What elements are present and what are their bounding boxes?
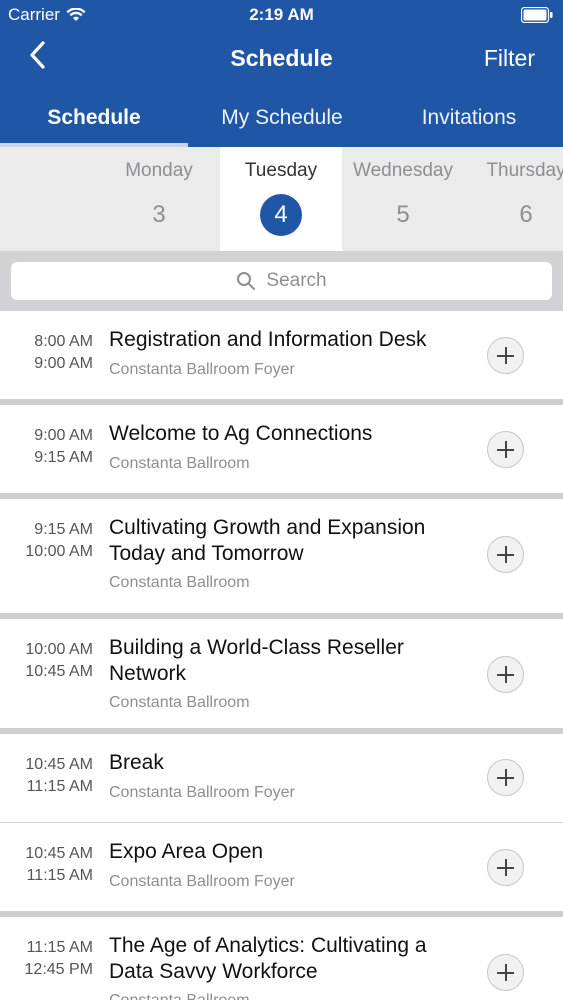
status-time: 2:19 AM: [249, 5, 314, 24]
session-title: Break: [109, 751, 164, 774]
day-number-selected: 4: [260, 194, 302, 236]
search-placeholder: Search: [266, 270, 327, 291]
day-number: 5: [396, 201, 410, 228]
day-number: 3: [152, 201, 166, 228]
search-bar-container: Search: [0, 251, 563, 311]
session-end: 12:45 PM: [24, 961, 93, 978]
add-to-schedule-button[interactable]: [487, 849, 524, 886]
session-row[interactable]: 11:15 AM 12:45 PM The Age of Analytics: …: [0, 917, 563, 1000]
session-row[interactable]: 10:45 AM 11:15 AM Expo Area Open Constan…: [0, 823, 563, 917]
session-location: Constanta Ballroom Foyer: [109, 361, 295, 378]
session-title: Cultivating Growth and Expansion Today a…: [109, 516, 426, 565]
session-times: 11:15 AM 12:45 PM: [0, 937, 93, 981]
page-title: Schedule: [230, 45, 333, 71]
tab-bar: Schedule My Schedule Invitations: [0, 100, 563, 147]
add-to-schedule-button[interactable]: [487, 337, 524, 374]
session-end: 10:00 AM: [25, 543, 93, 560]
tab-my-schedule[interactable]: My Schedule: [188, 106, 376, 130]
session-times: 10:45 AM 11:15 AM: [0, 843, 93, 887]
day-name: Thursday: [486, 160, 563, 181]
day-name: Wednesday: [353, 160, 453, 181]
session-row[interactable]: 10:45 AM 11:15 AM Break Constanta Ballro…: [0, 734, 563, 823]
session-start: 9:00 AM: [34, 427, 93, 444]
add-to-schedule-button[interactable]: [487, 954, 524, 991]
session-end: 9:00 AM: [34, 355, 93, 372]
session-row[interactable]: 9:15 AM 10:00 AM Cultivating Growth and …: [0, 499, 563, 619]
battery-icon: [521, 7, 553, 23]
top-bar: Carrier 2:19 AM Schedule Filter Schedule…: [0, 0, 563, 147]
day-name: Monday: [125, 160, 193, 181]
session-title: Welcome to Ag Connections: [109, 422, 373, 445]
session-row[interactable]: 9:00 AM 9:15 AM Welcome to Ag Connection…: [0, 405, 563, 499]
session-location: Constanta Ballroom: [109, 694, 250, 711]
add-to-schedule-button[interactable]: [487, 431, 524, 468]
status-bar: Carrier 2:19 AM: [0, 0, 563, 30]
session-end: 11:15 AM: [26, 867, 93, 884]
add-to-schedule-button[interactable]: [487, 759, 524, 796]
navigation-bar: Schedule Filter: [0, 30, 563, 86]
session-location: Constanta Ballroom: [109, 992, 250, 1000]
session-title: Building a World-Class Reseller Network: [109, 636, 404, 685]
session-start: 8:00 AM: [34, 333, 93, 350]
session-times: 8:00 AM 9:00 AM: [0, 331, 93, 375]
session-title: Registration and Information Desk: [109, 328, 427, 351]
session-row[interactable]: 10:00 AM 10:45 AM Building a World-Class…: [0, 619, 563, 734]
session-list: 8:00 AM 9:00 AM Registration and Informa…: [0, 311, 563, 1000]
session-end: 11:15 AM: [26, 778, 93, 795]
day-number: 6: [519, 201, 533, 228]
session-location: Constanta Ballroom: [109, 455, 250, 472]
session-location: Constanta Ballroom Foyer: [109, 873, 295, 890]
day-thursday[interactable]: Thursday 6: [465, 147, 563, 251]
session-row[interactable]: 8:00 AM 9:00 AM Registration and Informa…: [0, 311, 563, 405]
day-selector: Monday 3 Tuesday 4 Wednesday 5 Thursday …: [0, 147, 563, 251]
add-to-schedule-button[interactable]: [487, 656, 524, 693]
session-times: 9:00 AM 9:15 AM: [0, 425, 93, 469]
session-location: Constanta Ballroom: [109, 574, 250, 591]
search-icon: [237, 272, 256, 290]
session-times: 10:00 AM 10:45 AM: [0, 639, 93, 683]
day-monday[interactable]: Monday 3: [98, 147, 220, 251]
search-input[interactable]: Search: [11, 262, 552, 300]
session-start: 10:45 AM: [25, 756, 93, 773]
day-name: Tuesday: [244, 160, 318, 181]
session-start: 10:45 AM: [25, 845, 93, 862]
filter-button[interactable]: Filter: [484, 45, 535, 72]
tab-invitations[interactable]: Invitations: [375, 106, 563, 130]
session-title: The Age of Analytics: Cultivating a Data…: [109, 934, 427, 983]
day-wednesday[interactable]: Wednesday 5: [342, 147, 464, 251]
add-to-schedule-button[interactable]: [487, 536, 524, 573]
session-title: Expo Area Open: [109, 840, 264, 863]
session-start: 11:15 AM: [26, 939, 93, 956]
session-times: 9:15 AM 10:00 AM: [0, 519, 93, 563]
session-start: 10:00 AM: [25, 641, 93, 658]
session-location: Constanta Ballroom Foyer: [109, 784, 295, 801]
session-times: 10:45 AM 11:15 AM: [0, 754, 93, 798]
session-start: 9:15 AM: [34, 521, 93, 538]
session-end: 9:15 AM: [34, 449, 93, 466]
session-end: 10:45 AM: [25, 663, 93, 680]
tab-schedule[interactable]: Schedule: [0, 106, 188, 130]
day-tuesday[interactable]: Tuesday 4: [220, 147, 342, 251]
